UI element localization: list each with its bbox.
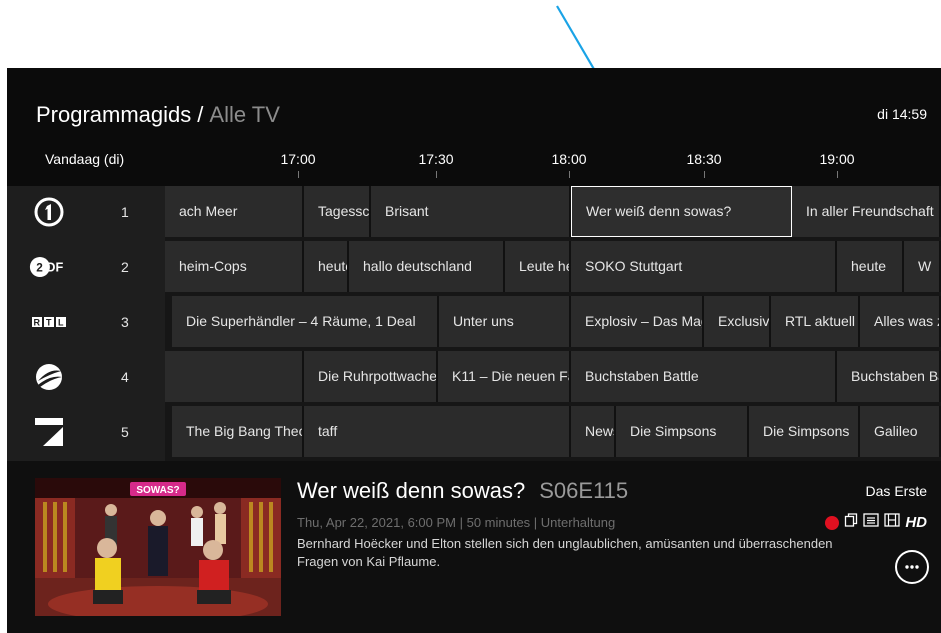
film-icon — [884, 513, 900, 532]
sat1-logo-icon — [29, 361, 69, 393]
detail-feature-icons: HD — [825, 513, 927, 532]
program-cell[interactable]: Alles was zählt — [860, 296, 941, 347]
time-label: 18:00 — [551, 151, 587, 167]
svg-text:T: T — [46, 318, 52, 328]
copy-icon — [844, 513, 858, 532]
day-selector[interactable]: Vandaag (di) — [45, 151, 124, 167]
program-cell[interactable]: In aller Freundschaft — [792, 186, 941, 237]
das-erste-logo-icon — [29, 196, 69, 228]
channel-number: 2 — [121, 259, 129, 275]
detail-meta: Thu, Apr 22, 2021, 6:00 PM | 50 minutes … — [297, 515, 616, 530]
more-options-button[interactable] — [895, 550, 929, 584]
episode-number: S06E115 — [539, 478, 629, 503]
program-cell[interactable] — [165, 351, 304, 402]
program-cell[interactable]: Buchstaben Battle — [571, 351, 837, 402]
program-cell[interactable]: Die Ruhrpottwache — [304, 351, 438, 402]
svg-text:2: 2 — [36, 261, 43, 275]
channel-number: 3 — [121, 314, 129, 330]
program-cell[interactable]: Galileo — [860, 406, 941, 457]
time-label: 18:30 — [686, 151, 722, 167]
program-cell[interactable]: W — [904, 241, 941, 292]
channel-row-5[interactable]: 5 — [7, 406, 165, 458]
program-cell[interactable]: Unter uns — [439, 296, 571, 347]
svg-text:L: L — [58, 318, 64, 328]
guide-header: Programmagids / Alle TV di 14:59 Vandaag (… — [7, 68, 941, 186]
program-cell[interactable]: heute — [837, 241, 904, 292]
program-cell[interactable]: ach Meer — [165, 186, 304, 237]
program-cell[interactable]: RTL aktuell — [771, 296, 860, 347]
program-cell[interactable]: Explosiv – Das Magazin — [571, 296, 704, 347]
annotation-arrow — [556, 5, 596, 70]
program-grid: 1 2 DF 2 RTL 3 4 5 ach Meer Tagessc Bris… — [7, 186, 941, 461]
program-cell[interactable]: Die Superhändler – 4 Räume, 1 Deal — [172, 296, 439, 347]
channel-row-3[interactable]: RTL 3 — [7, 296, 165, 348]
channel-row-1[interactable]: 1 — [7, 186, 165, 238]
program-cell[interactable]: Die Simpsons — [616, 406, 749, 457]
channel-number: 5 — [121, 424, 129, 440]
time-tick — [837, 171, 838, 178]
program-cell[interactable]: Leute heute — [505, 241, 571, 292]
program-cell-selected[interactable]: Wer weiß denn sowas? — [571, 186, 792, 237]
thumbnail-sign: SOWAS? — [136, 485, 179, 496]
page-title: Programmagids / Alle TV — [36, 102, 280, 128]
program-cell[interactable]: SOKO Stuttgart — [571, 241, 837, 292]
program-cell[interactable]: Exclusiv — [704, 296, 771, 347]
time-tick — [569, 171, 570, 178]
time-label: 19:00 — [819, 151, 855, 167]
time-tick — [704, 171, 705, 178]
clock: di 14:59 — [877, 106, 927, 122]
program-cell[interactable]: Newstime — [571, 406, 616, 457]
program-cell[interactable]: taff — [304, 406, 571, 457]
program-cell[interactable]: K11 – Die neuen Fälle — [438, 351, 571, 402]
channel-column: 1 2 DF 2 RTL 3 4 5 — [7, 186, 165, 461]
channel-row-4[interactable]: 4 — [7, 351, 165, 403]
program-cell[interactable]: Die Simpsons — [749, 406, 860, 457]
time-tick — [298, 171, 299, 178]
program-cell[interactable]: heim-Cops — [165, 241, 304, 292]
program-cell[interactable]: The Big Bang Theory — [172, 406, 304, 457]
more-options-icon — [905, 565, 919, 569]
channel-number: 1 — [121, 204, 129, 220]
title-separator: / — [197, 102, 204, 127]
prosieben-logo-icon — [29, 416, 69, 448]
program-cell[interactable]: Brisant — [371, 186, 571, 237]
filter-all-tv[interactable]: Alle TV — [209, 102, 280, 127]
tv-guide-app: Programmagids / Alle TV di 14:59 Vandaag (… — [7, 68, 941, 633]
channel-number: 4 — [121, 369, 129, 385]
record-dot-icon[interactable] — [825, 515, 840, 530]
time-tick — [436, 171, 437, 178]
program-cell[interactable]: hallo deutschland — [349, 241, 505, 292]
time-label: 17:00 — [280, 151, 316, 167]
zdf-logo-icon: 2 DF — [29, 251, 69, 283]
rtl-logo-icon: RTL — [29, 306, 69, 338]
detail-title-text: Wer weiß denn sowas? — [297, 478, 526, 503]
program-cell[interactable]: heute — [304, 241, 349, 292]
time-label: 17:30 — [418, 151, 454, 167]
detail-description: Bernhard Hoëcker und Elton stellen sich … — [297, 536, 833, 569]
svg-text:DF: DF — [46, 260, 63, 275]
svg-text:R: R — [34, 318, 41, 328]
program-detail-panel: SOWAS? Wer weiß denn sowas? S06E115 Das E… — [7, 461, 941, 633]
channel-row-2[interactable]: 2 DF 2 — [7, 241, 165, 293]
program-cell[interactable]: Buchstaben Battle — [837, 351, 941, 402]
detail-title: Wer weiß denn sowas? S06E115 — [297, 478, 628, 504]
detail-channel: Das Erste — [865, 483, 927, 499]
title-main: Programmagids — [36, 102, 192, 127]
program-cell[interactable]: Tagesschau — [304, 186, 371, 237]
teletext-icon — [863, 513, 879, 532]
hd-icon: HD — [905, 514, 927, 531]
program-thumbnail: SOWAS? — [35, 478, 281, 616]
